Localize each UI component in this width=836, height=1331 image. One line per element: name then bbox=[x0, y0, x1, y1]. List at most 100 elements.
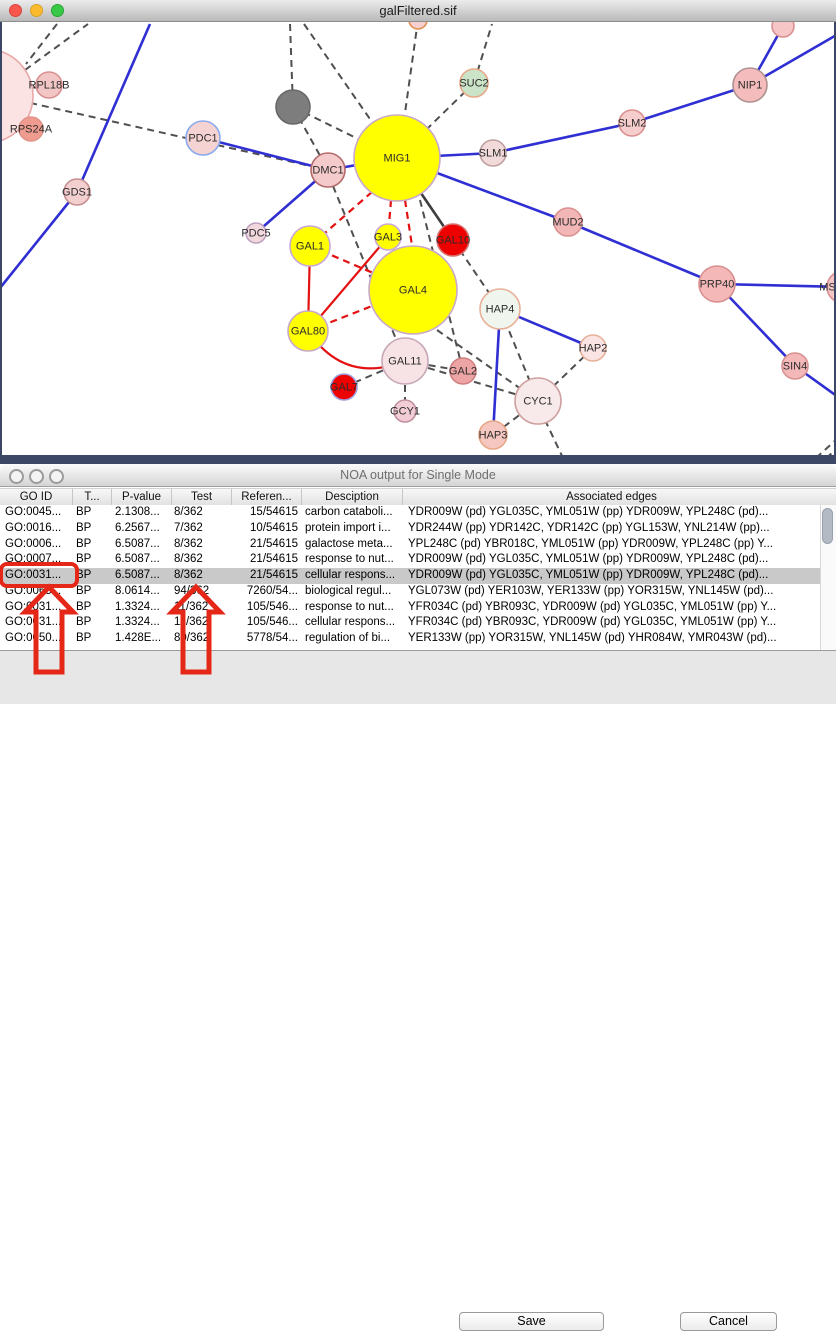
cell-reference: 10/54615 bbox=[234, 521, 298, 537]
table-row[interactable]: GO:0016...BP6.2567...7/36210/54615protei… bbox=[0, 521, 820, 537]
node-label: HAP3 bbox=[479, 430, 508, 442]
cell-description: response to nut... bbox=[305, 552, 399, 568]
cell-edges: YPL248C (pd) YBR018C, YML051W (pp) YDR00… bbox=[408, 537, 816, 553]
table-row[interactable]: GO:0045... BP 2.1308... 8/362 15/54615 carbon… bbox=[0, 505, 820, 521]
node-label: SUC2 bbox=[459, 78, 488, 90]
column-header-test[interactable]: Test bbox=[172, 489, 232, 505]
node-label: GAL10 bbox=[436, 235, 470, 247]
table-row[interactable]: GO:0031...BP1.3324...11/362105/546...res… bbox=[0, 600, 820, 616]
table-row[interactable]: GO:0006...BP6.5087...8/36221/54615galact… bbox=[0, 537, 820, 553]
network-edge bbox=[25, 24, 88, 70]
cell-test: 7/362 bbox=[174, 521, 228, 537]
cell-test: 11/362 bbox=[174, 615, 228, 631]
cell-edges: YDR009W (pd) YGL035C, YML051W (pp) YDR00… bbox=[408, 568, 816, 584]
node-label: GAL2 bbox=[449, 366, 477, 378]
node-label: GDS1 bbox=[62, 187, 92, 199]
cell-reference: 21/54615 bbox=[234, 552, 298, 568]
table-row[interactable]: GO:0050...BP1.428E...80/3625778/54...reg… bbox=[0, 631, 820, 647]
cell-type: BP bbox=[76, 600, 108, 616]
cell-go_id: GO:0031... bbox=[5, 600, 69, 616]
cell-reference: 21/54615 bbox=[234, 568, 298, 584]
network-edge bbox=[404, 22, 418, 120]
cell-test: 80/362 bbox=[174, 631, 228, 647]
network-edge bbox=[493, 123, 632, 153]
network-edge bbox=[26, 24, 57, 64]
network-window-titlebar: galFiltered.sif bbox=[0, 0, 836, 22]
column-header-pvalue[interactable]: P-value bbox=[112, 489, 172, 505]
cell-reference: 105/546... bbox=[234, 600, 298, 616]
network-edge bbox=[405, 200, 413, 252]
cell-reference: 15/54615 bbox=[234, 505, 298, 521]
cell-p_value: 1.428E... bbox=[115, 631, 168, 647]
table-body: GO:0045... BP 2.1308... 8/362 15/54615 carbon… bbox=[0, 505, 836, 650]
cell-description: protein import i... bbox=[305, 521, 399, 537]
cell-go_id: GO:0007... bbox=[5, 552, 69, 568]
node-label: GCY1 bbox=[390, 406, 420, 418]
network-edge bbox=[816, 438, 836, 455]
node-unlabeled[interactable] bbox=[409, 22, 427, 29]
scrollbar-thumb[interactable] bbox=[822, 508, 833, 544]
cell-p_value: 1.3324... bbox=[115, 615, 168, 631]
cell-go_id: GO:0045... bbox=[5, 505, 69, 521]
node-label: PDC1 bbox=[188, 133, 217, 145]
cell-description: cellular respons... bbox=[305, 568, 399, 584]
cell-type: BP bbox=[76, 615, 108, 631]
cell-p_value: 2.1308... bbox=[115, 505, 168, 521]
table-row[interactable]: GO:0007...BP6.5087...8/36221/54615respon… bbox=[0, 552, 820, 568]
cancel-button[interactable]: Cancel bbox=[680, 1312, 777, 1331]
window-border-left bbox=[0, 22, 2, 455]
column-header-referen[interactable]: Referen... bbox=[232, 489, 302, 505]
save-button[interactable]: Save bbox=[459, 1312, 604, 1331]
node-unlabeled[interactable] bbox=[276, 90, 310, 124]
node-label: GAL7 bbox=[330, 382, 358, 394]
node-label: GAL11 bbox=[388, 356, 421, 368]
node-unlabeled[interactable] bbox=[772, 22, 794, 37]
node-label: NIP1 bbox=[738, 80, 762, 92]
cell-description: cellular respons... bbox=[305, 615, 399, 631]
table-row[interactable]: GO:0031...BP6.5087...8/36221/54615cellul… bbox=[0, 568, 820, 584]
node-label: DMC1 bbox=[312, 165, 343, 177]
cell-edges: YER133W (pp) YOR315W, YNL145W (pd) YHR08… bbox=[408, 631, 816, 647]
window-edge-band bbox=[0, 455, 836, 464]
network-edge bbox=[568, 222, 717, 284]
cell-description: biological regul... bbox=[305, 584, 399, 600]
node-label: GAL4 bbox=[399, 285, 427, 297]
table-header: GO IDT...P-valueTestReferen...Desciption… bbox=[0, 488, 836, 506]
cell-p_value: 6.5087... bbox=[115, 552, 168, 568]
column-header-associatededges[interactable]: Associated edges bbox=[403, 489, 820, 505]
cell-description: carbon cataboli... bbox=[305, 505, 399, 521]
cell-go_id: GO:0031... bbox=[5, 568, 69, 584]
cell-go_id: GO:0016... bbox=[5, 521, 69, 537]
cell-edges: YDR244W (pp) YDR142C, YDR142C (pp) YGL15… bbox=[408, 521, 816, 537]
node-label: GAL80 bbox=[291, 326, 325, 338]
network-edge bbox=[0, 192, 77, 288]
node-label: GAL3 bbox=[374, 232, 402, 244]
node-label: PDC5 bbox=[241, 228, 270, 240]
noa-window-title: NOA output for Single Mode bbox=[0, 468, 836, 482]
cell-p_value: 6.2567... bbox=[115, 521, 168, 537]
cell-test: 8/362 bbox=[174, 505, 228, 521]
cell-type: BP bbox=[76, 505, 108, 521]
network-window-title: galFiltered.sif bbox=[0, 3, 836, 18]
table-row[interactable]: GO:0065...BP8.0614...94/3627260/54...bio… bbox=[0, 584, 820, 600]
network-edge bbox=[632, 85, 750, 123]
cell-edges: YFR034C (pd) YBR093C, YDR009W (pd) YGL03… bbox=[408, 600, 816, 616]
network-canvas[interactable]: RPL18BRPS24AGDS1PDC1DMC1MIG1SUC2SLM2NIP1… bbox=[0, 22, 836, 455]
node-label: MUD2 bbox=[552, 217, 583, 229]
cell-reference: 5778/54... bbox=[234, 631, 298, 647]
cell-go_id: GO:0050... bbox=[5, 631, 69, 647]
cell-description: galactose meta... bbox=[305, 537, 399, 553]
cell-p_value: 6.5087... bbox=[115, 537, 168, 553]
node-label: RPS24A bbox=[10, 124, 53, 136]
column-header-goid[interactable]: GO ID bbox=[0, 489, 73, 505]
cell-description: regulation of bi... bbox=[305, 631, 399, 647]
node-label: SLM1 bbox=[479, 148, 508, 160]
table-row[interactable]: GO:0031...BP1.3324...11/362105/546...cel… bbox=[0, 615, 820, 631]
cell-edges: YGL073W (pd) YER103W, YER133W (pp) YOR31… bbox=[408, 584, 816, 600]
cell-test: 8/362 bbox=[174, 537, 228, 553]
cell-type: BP bbox=[76, 552, 108, 568]
column-header-desciption[interactable]: Desciption bbox=[302, 489, 403, 505]
cell-test: 8/362 bbox=[174, 568, 228, 584]
node-label: SLM2 bbox=[618, 118, 647, 130]
column-header-t[interactable]: T... bbox=[73, 489, 112, 505]
